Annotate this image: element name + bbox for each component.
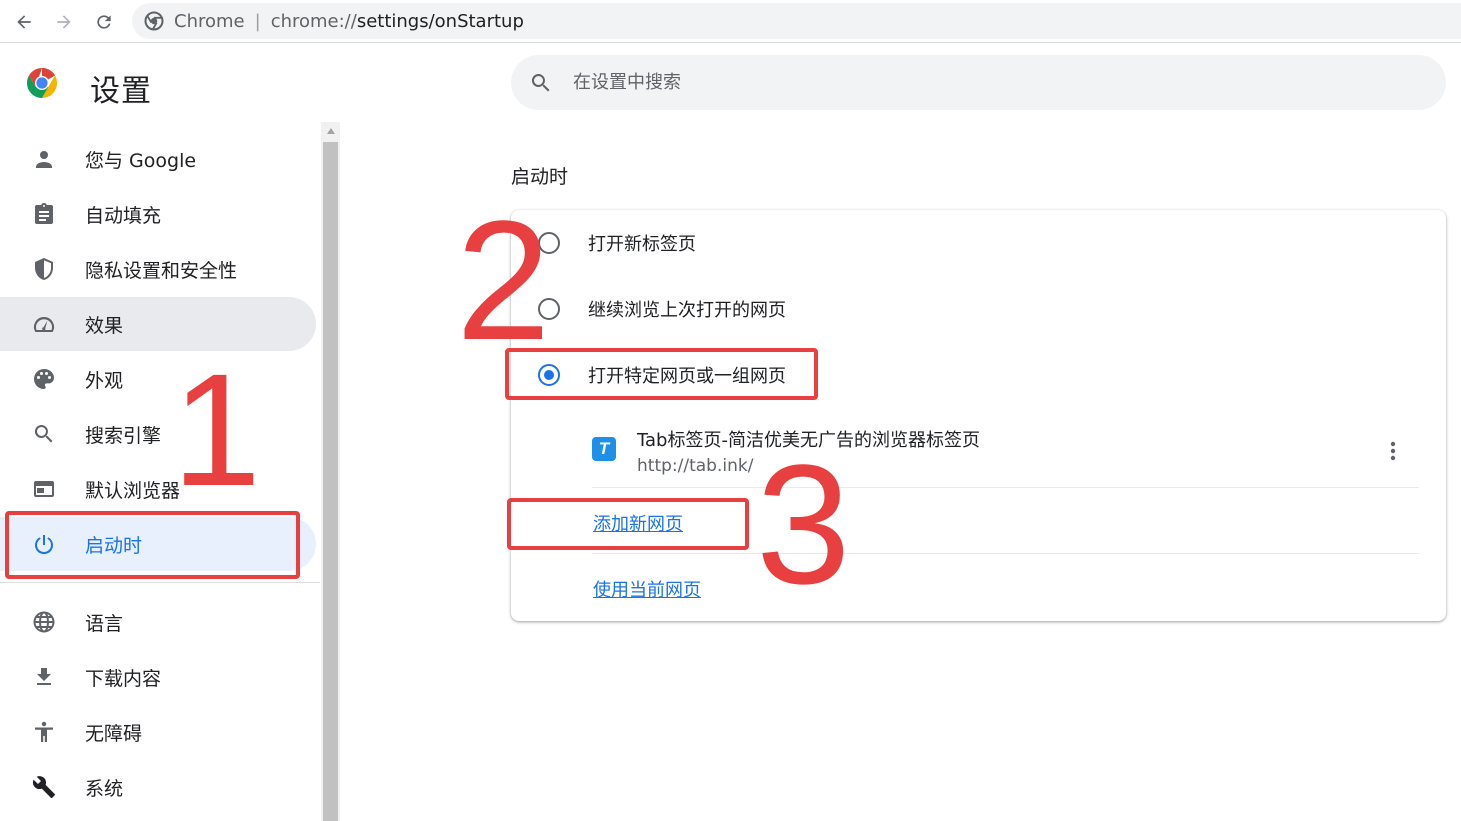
use-current-pages-link[interactable]: 使用当前网页 [593,576,701,602]
highlight-box-add-page [507,498,749,550]
sidebar-item-label: 无障碍 [85,722,143,745]
option-label: 打开新标签页 [588,234,696,255]
startup-options-card: 打开新标签页 继续浏览上次打开的网页 打开特定网页或一组网页 T Tab标签页-… [511,210,1446,621]
sidebar-item-appearance[interactable]: 外观 [0,352,316,406]
search-icon [531,73,550,91]
site-chip: Chrome [174,10,245,32]
option-continue-where-left-off[interactable]: 继续浏览上次打开的网页 [511,279,1446,339]
sidebar-item-label: 效果 [85,314,124,337]
annotation-step-3: 3 [756,430,851,620]
browser-window-icon [31,476,57,502]
sidebar-item-label: 默认浏览器 [85,479,181,502]
browser-toolbar: Chrome | chrome://settings/onStartup [0,0,1461,43]
download-icon [31,664,57,690]
annotation-step-1: 1 [172,340,261,519]
sidebar-item-label: 隐私设置和安全性 [85,259,238,282]
reload-icon [97,15,111,29]
sidebar-item-label: 您与 Google [85,149,197,172]
sidebar-item-label: 搜索引擎 [85,424,162,447]
settings-search[interactable] [511,55,1446,110]
reload-button[interactable] [90,8,118,36]
option-label: 继续浏览上次打开的网页 [588,300,786,321]
search-icon [31,421,57,447]
section-title: 启动时 [511,166,569,188]
sidebar-item-default-browser[interactable]: 默认浏览器 [0,462,316,516]
sidebar-item-performance[interactable]: 效果 [0,297,316,351]
forward-button[interactable] [50,8,78,36]
chip-separator: | [254,10,261,32]
tab-ink-favicon-icon: T [592,437,616,461]
palette-icon [31,366,57,392]
speedometer-icon [31,311,57,337]
highlight-box-specific-pages [505,348,818,400]
forward-arrow-icon [57,15,71,29]
sidebar-item-downloads[interactable]: 下载内容 [0,650,316,704]
sidebar-item-label: 外观 [85,369,124,392]
more-vert-icon [1390,441,1396,461]
startup-page-url: http://tab.ink/ [637,456,754,476]
scroll-up-arrow-icon[interactable] [321,122,340,140]
chrome-logo-icon [26,68,58,98]
address-bar[interactable]: Chrome | chrome://settings/onStartup [132,3,1461,39]
row-divider [592,553,1419,554]
shield-icon [31,256,57,282]
sidebar: 您与 Google 自动填充 隐私设置和安全性 效果 外观 搜索引擎 默认浏览器… [0,130,320,821]
sidebar-item-languages[interactable]: 语言 [0,595,316,649]
scrollbar-thumb[interactable] [323,142,338,821]
back-arrow-icon [17,15,31,29]
sidebar-item-label: 下载内容 [85,667,162,690]
more-actions-button[interactable] [1378,435,1408,467]
sidebar-scrollbar[interactable] [321,122,340,821]
page-title: 设置 [90,74,152,109]
sidebar-item-label: 语言 [85,612,124,635]
annotation-step-2: 2 [456,186,551,376]
sidebar-item-autofill[interactable]: 自动填充 [0,187,316,241]
sidebar-item-privacy[interactable]: 隐私设置和安全性 [0,242,316,296]
highlight-box-startup [5,511,300,579]
sidebar-item-you-and-google[interactable]: 您与 Google [0,132,316,186]
sidebar-divider [0,582,320,583]
person-icon [31,146,57,172]
startup-page-entry: T Tab标签页-简洁优美无广告的浏览器标签页 http://tab.ink/ [511,415,1446,487]
sidebar-item-accessibility[interactable]: 无障碍 [0,705,316,759]
sidebar-item-label: 自动填充 [85,204,162,227]
option-open-new-tab[interactable]: 打开新标签页 [511,213,1446,273]
clipboard-icon [31,201,57,227]
sidebar-item-label: 系统 [85,777,124,800]
sidebar-item-system[interactable]: 系统 [0,760,316,814]
url-path: settings/onStartup [356,10,524,32]
url-scheme: chrome:// [270,10,357,32]
back-button[interactable] [10,8,38,36]
chrome-site-icon [144,11,164,31]
globe-icon [31,609,57,635]
wrench-icon [31,774,57,800]
row-divider [592,487,1419,488]
sidebar-item-search-engine[interactable]: 搜索引擎 [0,407,316,461]
search-input[interactable] [573,72,1433,93]
accessibility-icon [31,719,57,745]
